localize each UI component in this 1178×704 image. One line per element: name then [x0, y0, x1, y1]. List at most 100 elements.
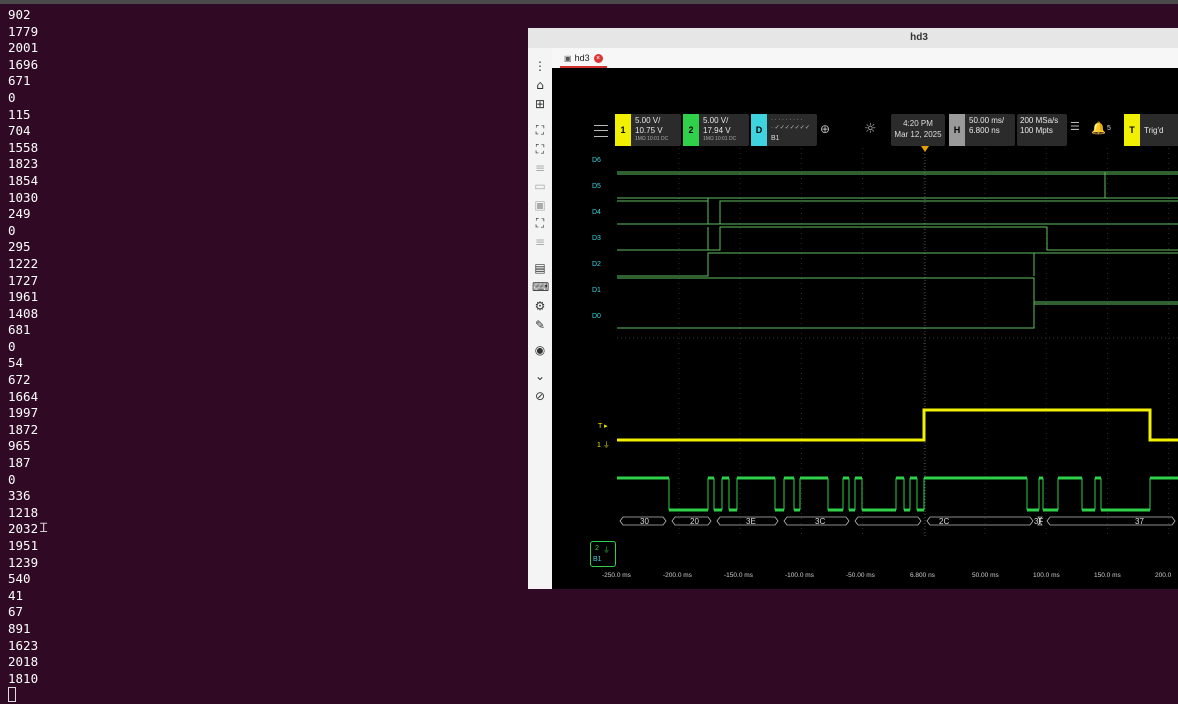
tab-bar: ▣ hd3 × — [552, 48, 1178, 68]
decode-packet — [854, 516, 922, 526]
terminal-line: 965 — [8, 438, 31, 454]
terminal-line: 0 — [8, 471, 16, 487]
terminal-line: 1810 — [8, 670, 39, 686]
terminal-line: 1961 — [8, 289, 39, 305]
terminal-line: 540 — [8, 571, 31, 587]
terminal-prompt[interactable] — [8, 687, 38, 704]
screen-dim-icon[interactable]: ▭ — [532, 178, 548, 194]
tool-rail: ⋮ ⌂ ⊞ ⛶ ⛶ ≡ ▭ ▣ ⛶ ≡ ▤ ⌨ ⚙ ✎ ◉ ⌄ ⊘ — [528, 48, 553, 589]
terminal-line: 1030 — [8, 189, 39, 205]
digital-trace-d1 — [617, 277, 1178, 305]
top-panel-bar — [0, 0, 1178, 4]
time-tick-label: 200.0 — [1155, 572, 1172, 579]
digital-trace-d4b — [617, 200, 1178, 225]
window-title: hd3 — [910, 32, 928, 43]
terminal-line: 1779 — [8, 23, 39, 39]
fit-screen-icon[interactable]: ⛶ — [532, 122, 548, 138]
time-tick-label: 50.00 ms — [972, 572, 999, 579]
screen-dim2-icon[interactable]: ▣ — [532, 197, 548, 213]
waveform-display[interactable] — [552, 68, 1178, 589]
ch1-trace — [617, 408, 1178, 442]
terminal-line: 1951 — [8, 538, 39, 553]
terminal-line: 902 — [8, 7, 31, 22]
time-tick-label: -50.00 ms — [846, 572, 875, 579]
terminal-line: 1239 — [8, 554, 39, 570]
decode-label: 2C — [939, 517, 950, 526]
link-icon[interactable]: ⊘ — [532, 388, 548, 404]
terminal-output: 902 1779 2001 1696 671 0 115 704 1558 1823 1854 103… — [8, 7, 38, 704]
settings-gear-icon[interactable]: ⚙ — [532, 298, 548, 314]
digital-trace-d2 — [617, 252, 1178, 277]
ch2-ground-chip[interactable]: 2 ⏚ B1 — [590, 541, 616, 567]
terminal-line: 2018 — [8, 654, 39, 670]
terminal-line: 54 — [8, 355, 24, 371]
window-icon[interactable]: ▤ — [532, 260, 548, 276]
terminal-line: 891 — [8, 620, 31, 636]
time-tick-label: -250.0 ms — [602, 572, 631, 579]
terminal-line: 0 — [8, 89, 16, 105]
terminal-line: 115 — [8, 106, 31, 122]
terminal-line: 1872 — [8, 421, 39, 437]
terminal-line: 681 — [8, 322, 31, 338]
digital-trace-d3 — [617, 226, 1178, 251]
terminal-line: 336 — [8, 488, 31, 504]
ch1-ground-marker: 1 ⏚ — [597, 442, 610, 449]
decode-label: 20 — [690, 517, 699, 526]
scope-tab-icon: ▣ — [564, 54, 572, 63]
digital-trace-d5 — [617, 172, 1178, 199]
more-icon[interactable]: ⋮ — [532, 58, 548, 74]
time-tick-label: 6.800 ns — [910, 572, 935, 579]
terminal-line: 1997 — [8, 405, 39, 421]
terminal-line: 1623 — [8, 637, 39, 653]
decode-label: 3E — [746, 517, 756, 526]
add-window-icon[interactable]: ⊞ — [532, 96, 548, 112]
tab-label: hd3 — [574, 53, 590, 63]
decode-label: 30 — [640, 517, 649, 526]
terminal-line: 1854 — [8, 172, 39, 188]
terminal-line: 187 — [8, 455, 31, 471]
time-tick-label: -150.0 ms — [724, 572, 753, 579]
terminal-line: 1222 — [8, 255, 39, 271]
tab-close-icon[interactable]: × — [593, 54, 603, 64]
terminal-line: 704 — [8, 123, 31, 139]
terminal-line: 295 — [8, 239, 31, 255]
time-tick-label: -100.0 ms — [785, 572, 814, 579]
terminal-line: 0 — [8, 222, 16, 238]
home-icon[interactable]: ⌂ — [532, 77, 548, 93]
time-tick-label: 150.0 ms — [1094, 572, 1121, 579]
terminal-line: 1218 — [8, 504, 39, 520]
terminal-line: 1823 — [8, 156, 39, 172]
keyboard-icon[interactable]: ⌨ — [532, 279, 549, 295]
scope-screen: 1 5.00 V/10.75 V 1MΩ 10:01 DC 2 5.00 V/1… — [552, 68, 1178, 589]
fullscreen-icon[interactable]: ⛶ — [532, 141, 548, 157]
terminal-line: 1408 — [8, 305, 39, 321]
window-titlebar[interactable]: hd3 — [528, 28, 1178, 49]
terminal-line: 1664 — [8, 388, 39, 404]
terminal-line: 0 — [8, 338, 16, 354]
terminal-line: 671 — [8, 73, 31, 89]
digital-trace-d0 — [617, 301, 1178, 329]
camera-icon[interactable]: ◉ — [532, 342, 548, 358]
zoom-screen-icon[interactable]: ⛶ — [532, 215, 548, 231]
trigger-level-marker: T ▸ — [598, 423, 608, 430]
terminal-line: 2032 — [8, 521, 39, 537]
wrench-icon[interactable]: ✎ — [532, 317, 548, 333]
decode-packet — [1046, 516, 1176, 526]
time-tick-label: -200.0 ms — [663, 572, 692, 579]
terminal-line: 41 — [8, 587, 24, 603]
tab-hd3[interactable]: ▣ hd3 × — [560, 50, 607, 68]
decode-label: 3C — [815, 517, 826, 526]
trigger-position-marker — [921, 146, 929, 152]
hd3-window: hd3 ⋮ ⌂ ⊞ ⛶ ⛶ ≡ ▭ ▣ ⛶ ≡ ▤ ⌨ ⚙ ✎ ◉ ⌄ ⊘ ▣ hd3 × 1 5.00 V/10.… — [528, 28, 1178, 589]
terminal-line: 1727 — [8, 272, 39, 288]
terminal-line: 1696 — [8, 56, 39, 72]
lines-icon[interactable]: ≡ — [532, 234, 548, 250]
terminal-line: 67 — [8, 604, 24, 620]
digital-trace-d4a — [617, 198, 1178, 225]
decode-label: 37 — [1135, 517, 1144, 526]
list-icon[interactable]: ≡ — [532, 160, 548, 176]
time-tick-label: 100.0 ms — [1033, 572, 1060, 579]
decode-label: 3F — [1034, 517, 1044, 526]
chevron-down-icon[interactable]: ⌄ — [532, 368, 548, 384]
text-cursor-icon: Ɪ — [40, 521, 48, 536]
